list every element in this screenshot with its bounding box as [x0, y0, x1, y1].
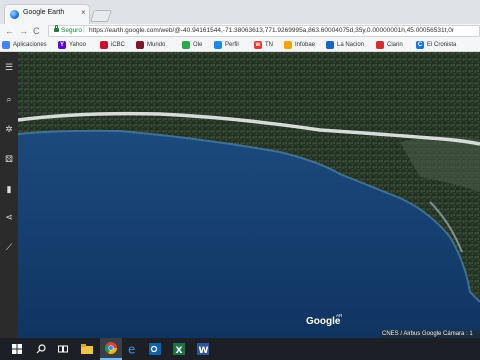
mundo-icon: [136, 41, 144, 49]
address-bar[interactable]: Seguro | https://earth.google.com/web/@-…: [48, 25, 480, 37]
reload-button[interactable]: C: [33, 24, 40, 38]
browser-tab[interactable]: Google Earth ×: [4, 4, 90, 24]
clarin-icon: [376, 41, 384, 49]
lanacion-icon: [326, 41, 334, 49]
bookmark-label: Ole: [193, 42, 203, 48]
svg-text:X: X: [176, 346, 183, 355]
earth-sidebar: ☰ ⌕ ✲ ⚄ ▮ ⋖ ⟋: [0, 52, 18, 338]
svg-text:W: W: [199, 346, 209, 355]
satellite-imagery: [0, 52, 480, 338]
file-explorer-icon[interactable]: [76, 338, 98, 360]
secure-label: Seguro: [61, 27, 82, 34]
infobae-icon: [284, 41, 292, 49]
bookmark-label: TN: [265, 42, 273, 48]
bookmark-item[interactable]: Perfil: [214, 38, 239, 52]
bookmark-label: Perfil: [225, 42, 239, 48]
bookmark-item[interactable]: Infobae: [284, 38, 315, 52]
share-icon[interactable]: ⋖: [2, 210, 16, 224]
measure-icon[interactable]: ⟋: [2, 240, 16, 254]
chrome-icon[interactable]: [100, 338, 122, 360]
voyager-icon[interactable]: ✲: [2, 122, 16, 136]
menu-icon[interactable]: ☰: [2, 60, 16, 74]
url-separator: |: [83, 26, 85, 33]
tn-icon: w: [254, 41, 262, 49]
task-view-icon[interactable]: [52, 338, 74, 360]
cronista-icon: C: [416, 41, 424, 49]
windows-taskbar: eXW: [0, 338, 480, 360]
bookmark-label: El Cronista: [427, 42, 457, 48]
search-icon[interactable]: [30, 338, 52, 360]
imagery-attribution: CNES / Airbus Google Cámara : 1: [380, 330, 480, 338]
google-logo-suffix: AR: [336, 313, 343, 318]
lock-icon: [54, 25, 59, 32]
new-tab-button[interactable]: [90, 10, 112, 22]
excel-icon[interactable]: X: [168, 338, 190, 360]
close-tab-icon[interactable]: ×: [81, 8, 86, 17]
bookmark-label: Infobae: [295, 42, 316, 48]
back-button[interactable]: ←: [5, 24, 14, 38]
tab-strip: Google Earth ×: [0, 0, 480, 24]
bookmark-label: Mundo: [147, 42, 166, 48]
svg-text:e: e: [128, 343, 135, 355]
icbc-icon: [100, 41, 108, 49]
bookmark-item[interactable]: w TN: [254, 38, 273, 52]
browser-toolbar: ← → C Seguro | https://earth.google.com/…: [0, 24, 480, 38]
bookmark-label: Aplicaciones: [13, 42, 47, 48]
perfil-icon: [214, 41, 222, 49]
apps-grid-icon: [2, 41, 10, 49]
bookmark-item[interactable]: Ole: [182, 38, 202, 52]
outlook-icon[interactable]: [144, 338, 166, 360]
bookmark-label: Yahoo: [69, 42, 86, 48]
bookmark-item[interactable]: Aplicaciones: [2, 38, 47, 52]
forward-button[interactable]: →: [19, 24, 28, 38]
bookmark-item[interactable]: La Nacion: [326, 38, 364, 52]
bookmark-item[interactable]: iCBC: [100, 38, 125, 52]
edge-icon[interactable]: e: [122, 338, 144, 360]
ole-icon: [182, 41, 190, 49]
bookmarks-bar: Aplicaciones Y Yahoo iCBC Mundo Ole Perfil w TN I…: [0, 38, 480, 52]
earth-viewport[interactable]: [0, 52, 480, 338]
bookmark-item[interactable]: Clarin: [376, 38, 403, 52]
url-text[interactable]: https://earth.google.com/web/@-40.941615…: [89, 27, 477, 34]
feeling-lucky-icon[interactable]: ⚄: [2, 152, 16, 166]
bookmark-item[interactable]: C El Cronista: [416, 38, 456, 52]
bookmark-item[interactable]: Y Yahoo: [58, 38, 86, 52]
bookmark-label: iCBC: [111, 42, 126, 48]
tab-title: Google Earth: [23, 9, 65, 16]
word-icon[interactable]: W: [192, 338, 214, 360]
search-icon[interactable]: ⌕: [2, 92, 16, 106]
projects-icon[interactable]: ▮: [2, 182, 16, 196]
windows-start-icon[interactable]: [6, 338, 28, 360]
bookmark-label: La Nacion: [337, 42, 365, 48]
bookmark-label: Clarin: [387, 42, 403, 48]
yahoo-icon: Y: [58, 41, 66, 49]
bookmark-item[interactable]: Mundo: [136, 38, 165, 52]
google-earth-favicon-icon: [10, 10, 19, 19]
